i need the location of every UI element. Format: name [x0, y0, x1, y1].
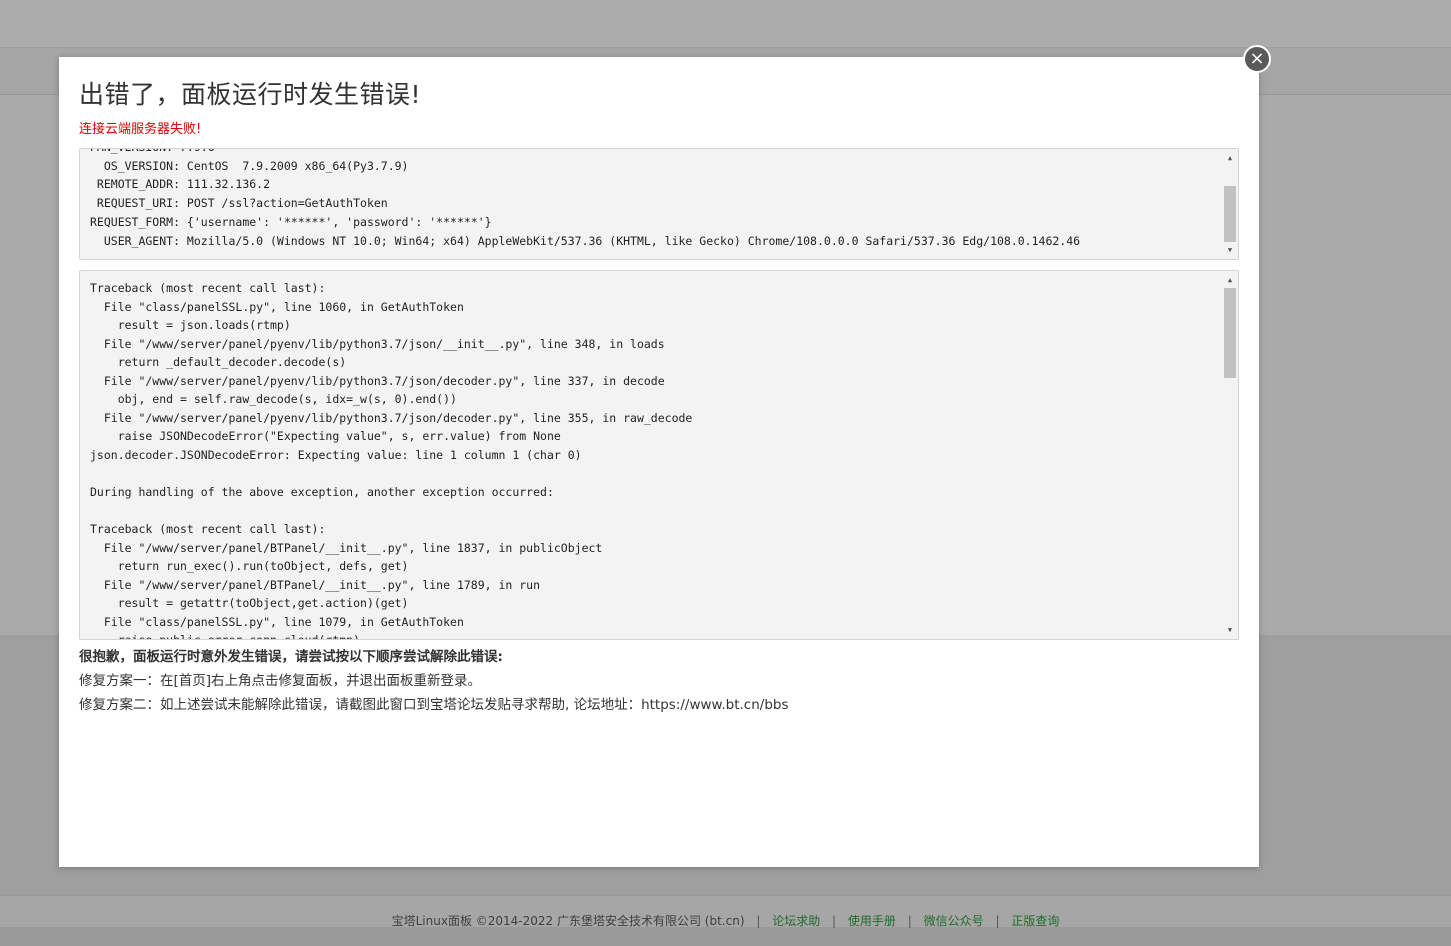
env-line: REQUEST_FORM: {'username': '******', 'pa…	[90, 214, 492, 229]
env-line: OS_VERSION: CentOS 7.9.2009 x86_64(Py3.7…	[90, 158, 409, 173]
traceback-line: raise JSONDecodeError("Expecting value",…	[90, 429, 561, 444]
env-scrollbar[interactable]: ▲ ▼	[1222, 149, 1238, 259]
background-header	[0, 0, 1451, 47]
traceback-line: File "/www/server/panel/BTPanel/__init__…	[90, 577, 541, 592]
footer-link-manual[interactable]: 使用手册	[848, 914, 896, 928]
traceback-scrollbar[interactable]: ▲ ▼	[1222, 271, 1238, 639]
environment-info-text: PAN_VERSION: 7.9.6 OS_VERSION: CentOS 7.…	[80, 149, 1222, 250]
scroll-down-arrow-icon[interactable]: ▼	[1222, 623, 1238, 637]
scroll-thumb[interactable]	[1224, 186, 1236, 242]
error-dialog: 出错了，面板运行时发生错误! 连接云端服务器失败! PAN_VERSION: 7…	[59, 57, 1259, 867]
traceback-line: obj, end = self.raw_decode(s, idx=_w(s, …	[90, 392, 457, 407]
traceback-text: Traceback (most recent call last): File …	[80, 279, 1222, 639]
traceback-line: json.decoder.JSONDecodeError: Expecting …	[90, 447, 582, 462]
footer-copyright: 宝塔Linux面板 ©2014-2022 广东堡塔安全技术有限公司 (bt.cn…	[391, 914, 745, 928]
traceback-line: File "class/panelSSL.py", line 1060, in …	[90, 299, 464, 314]
scroll-thumb[interactable]	[1224, 288, 1236, 378]
dialog-title: 出错了，面板运行时发生错误!	[79, 80, 422, 109]
traceback-line: Traceback (most recent call last):	[90, 522, 326, 537]
error-message: 连接云端服务器失败!	[79, 122, 202, 137]
traceback-line: File "class/panelSSL.py", line 1079, in …	[90, 614, 464, 629]
close-icon[interactable]: ×	[1243, 45, 1271, 73]
traceback-line: raise public.error_conn_cloud(rtmp)	[90, 631, 1222, 639]
footer-link-wechat[interactable]: 微信公众号	[924, 914, 984, 928]
page-footer: 宝塔Linux面板 ©2014-2022 广东堡塔安全技术有限公司 (bt.cn…	[0, 896, 1451, 928]
env-line: REQUEST_URI: POST /ssl?action=GetAuthTok…	[90, 196, 388, 211]
traceback-line: result = getattr(toObject,get.action)(ge…	[90, 596, 409, 611]
fix-option-one: 修复方案一：在[首页]右上角点击修复面板，并退出面板重新登录。	[79, 673, 482, 689]
traceback-line: File "/www/server/panel/BTPanel/__init__…	[90, 540, 603, 555]
footer-link-license[interactable]: 正版查询	[1011, 914, 1059, 928]
scroll-up-arrow-icon[interactable]: ▲	[1222, 273, 1238, 287]
env-line: USER_AGENT: Mozilla/5.0 (Windows NT 10.0…	[90, 233, 1081, 248]
footer-link-forum[interactable]: 论坛求助	[772, 914, 820, 928]
traceback-line	[90, 464, 1222, 483]
traceback-line: result = json.loads(rtmp)	[90, 318, 291, 333]
scroll-up-arrow-icon[interactable]: ▲	[1222, 151, 1238, 165]
scroll-down-arrow-icon[interactable]: ▼	[1222, 243, 1238, 257]
traceback-box[interactable]: Traceback (most recent call last): File …	[79, 270, 1239, 640]
traceback-line: File "/www/server/panel/pyenv/lib/python…	[90, 373, 665, 388]
env-line: REMOTE_ADDR: 111.32.136.2	[90, 177, 271, 192]
traceback-line: File "/www/server/panel/pyenv/lib/python…	[90, 336, 665, 351]
fix-option-two: 修复方案二：如上述尝试未能解除此错误，请截图此窗口到宝塔论坛发贴寻求帮助, 论坛…	[79, 697, 789, 713]
traceback-line: During handling of the above exception, …	[90, 485, 554, 500]
environment-info-box[interactable]: PAN_VERSION: 7.9.6 OS_VERSION: CentOS 7.…	[79, 148, 1239, 260]
help-heading: 很抱歉，面板运行时意外发生错误，请尝试按以下顺序尝试解除此错误:	[79, 649, 503, 665]
traceback-line: File "/www/server/panel/pyenv/lib/python…	[90, 410, 693, 425]
traceback-line: return run_exec().run(toObject, defs, ge…	[90, 559, 409, 574]
env-line: PAN_VERSION: 7.9.6	[90, 149, 1222, 157]
traceback-line	[90, 502, 1222, 521]
traceback-line: Traceback (most recent call last):	[90, 281, 326, 295]
traceback-line: return _default_decoder.decode(s)	[90, 355, 347, 370]
